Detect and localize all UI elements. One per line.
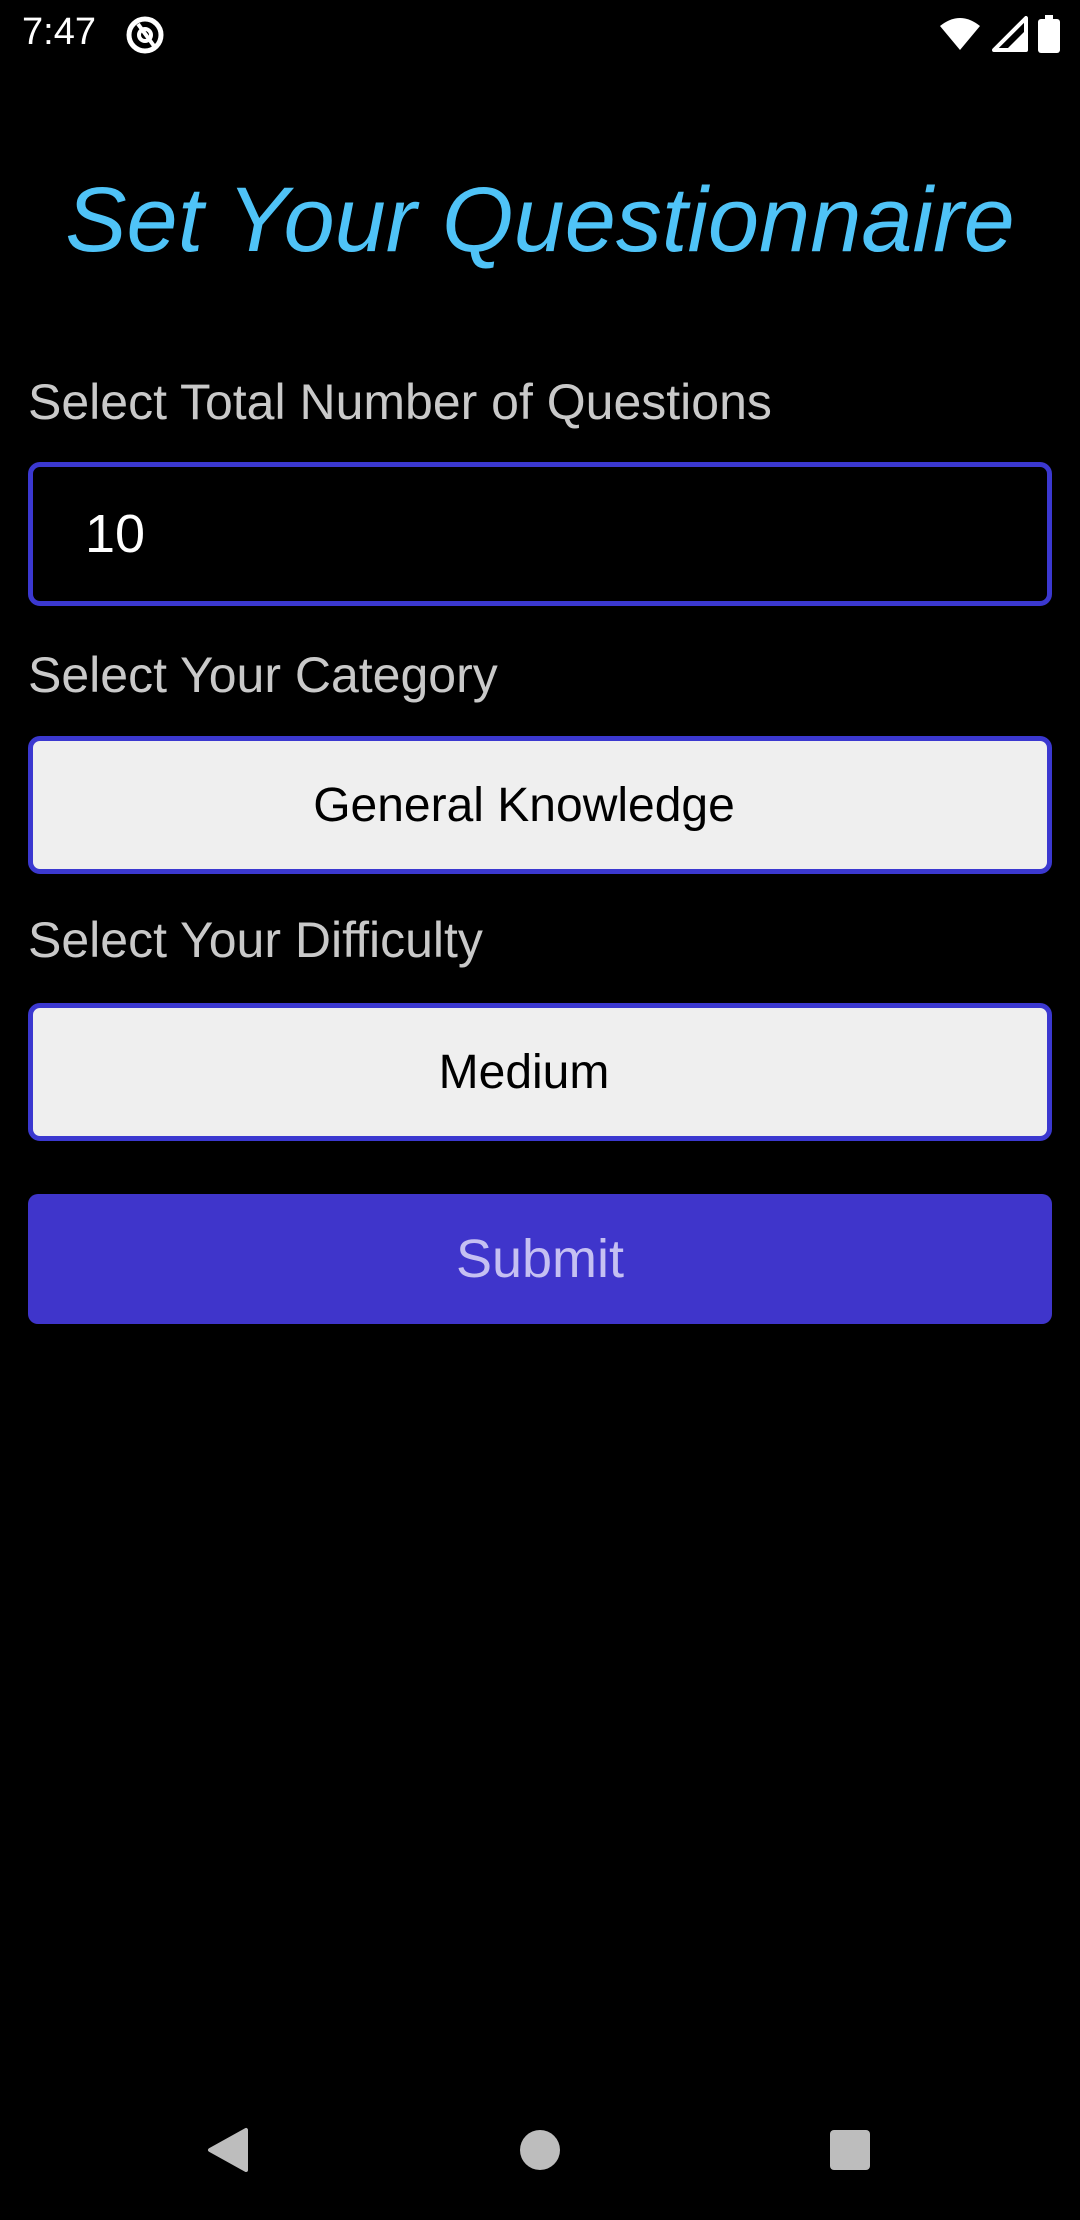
difficulty-selected-value: Medium	[438, 1045, 610, 1099]
app-notification-icon	[126, 16, 164, 54]
back-icon	[208, 2128, 248, 2172]
navigation-bar	[0, 2080, 1080, 2220]
category-label: Select Your Category	[28, 647, 498, 703]
recents-button[interactable]	[790, 2080, 910, 2220]
difficulty-select[interactable]: Medium	[28, 1003, 1052, 1141]
questions-count-input[interactable]	[28, 462, 1052, 606]
recents-icon	[830, 2130, 870, 2170]
battery-icon	[1038, 15, 1060, 53]
difficulty-label: Select Your Difficulty	[28, 912, 483, 968]
questionnaire-screen: 7:47 Set Your Questionnaire Select Total…	[0, 0, 1080, 2220]
page-title: Set Your Questionnaire	[65, 169, 1015, 271]
status-bar: 7:47	[0, 0, 1080, 66]
questions-label: Select Total Number of Questions	[28, 374, 772, 430]
category-selected-value: General Knowledge	[313, 778, 735, 832]
signal-icon	[992, 16, 1028, 52]
back-button[interactable]	[168, 2080, 288, 2220]
category-select[interactable]: General Knowledge	[28, 736, 1052, 874]
submit-button[interactable]: Submit	[28, 1194, 1052, 1324]
wifi-icon	[940, 18, 980, 50]
status-icons	[938, 12, 1060, 56]
status-time: 7:47	[22, 11, 96, 53]
home-button[interactable]	[480, 2080, 600, 2220]
home-icon	[520, 2130, 560, 2170]
